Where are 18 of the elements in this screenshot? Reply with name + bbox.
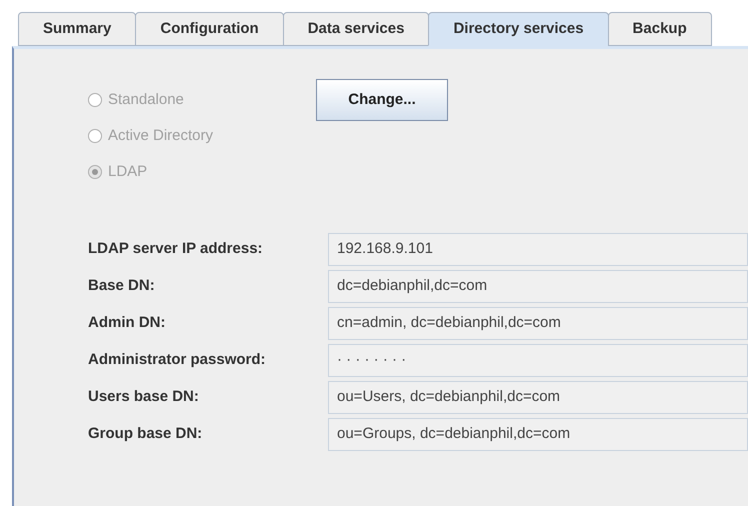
tab[interactable]: Configuration <box>135 12 284 46</box>
text-field[interactable]: cn=admin, dc=debianphil,dc=com <box>328 307 748 340</box>
text-field[interactable]: dc=debianphil,dc=com <box>328 270 748 303</box>
tab[interactable]: Directory services <box>428 12 609 46</box>
field-label: Base DN: <box>88 276 156 296</box>
field-label: Administrator password: <box>88 350 267 370</box>
field-label: Group base DN: <box>88 424 204 444</box>
text-field[interactable]: ou=Groups, dc=debianphil,dc=com <box>328 418 748 451</box>
text-field[interactable]: ou=Users, dc=debianphil,dc=com <box>328 381 748 414</box>
text-field[interactable]: · · · · · · · · <box>328 344 748 377</box>
tab[interactable]: Backup <box>608 12 712 46</box>
text-field[interactable]: 192.168.9.101 <box>328 233 748 266</box>
tab[interactable]: Summary <box>18 12 136 46</box>
tab[interactable]: Data services <box>282 12 430 46</box>
change-button[interactable]: Change... <box>316 79 448 121</box>
field-label: LDAP server IP address: <box>88 239 264 260</box>
field-label: Users base DN: <box>88 387 200 408</box>
field-label: Admin DN: <box>88 313 166 334</box>
